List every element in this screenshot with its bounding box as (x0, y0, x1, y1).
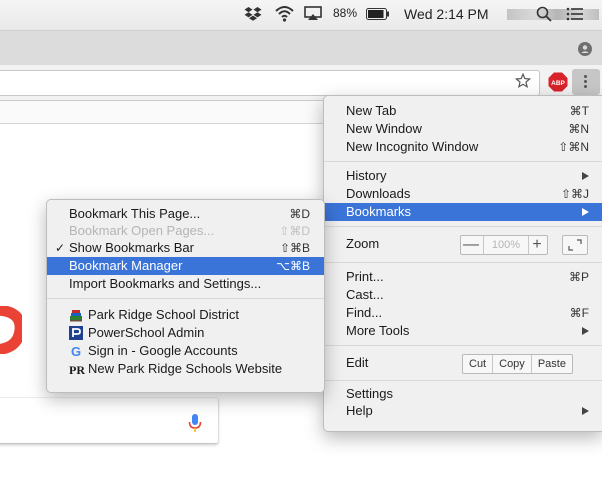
submenu-arrow-icon (582, 172, 589, 180)
menu-item-bookmark-open-pages: Bookmark Open Pages... ⇧⌘D (69, 223, 310, 238)
wifi-icon[interactable] (275, 5, 294, 22)
menu-item-history[interactable]: History (324, 167, 602, 185)
address-bar[interactable] (0, 70, 540, 96)
google-favicon: G (71, 344, 81, 358)
menu-item-new-window[interactable]: New Window ⌘N (324, 120, 602, 138)
google-search-box[interactable] (0, 398, 218, 443)
menubar-username-blurred[interactable] (507, 9, 599, 20)
bookmark-item[interactable]: PR New Park Ridge Schools Website (47, 360, 324, 378)
menu-item-help[interactable]: Help (324, 402, 602, 420)
menu-separator (324, 380, 602, 381)
menu-item-show-bookmarks-bar[interactable]: ✓ Show Bookmarks Bar ⇧⌘B (47, 239, 324, 257)
bookmark-item[interactable]: PowerSchool Admin (47, 324, 324, 342)
copy-button[interactable]: Copy (493, 355, 532, 373)
menu-separator (47, 298, 324, 299)
menu-item-find[interactable]: Find... ⌘F (324, 304, 602, 322)
menu-item-more-tools[interactable]: More Tools (324, 322, 602, 340)
menu-item-cast[interactable]: Cast... (324, 286, 602, 304)
menu-item-settings[interactable]: Settings (324, 385, 602, 403)
edit-button-group: Cut Copy Paste (462, 354, 573, 374)
menu-separator (324, 226, 602, 227)
svg-text:PR: PR (69, 363, 85, 376)
bookmarks-submenu: Bookmark This Page... ⌘D Bookmark Open P… (46, 199, 325, 393)
zoom-control: — 100% + (460, 235, 548, 255)
bookmark-star-icon[interactable] (515, 73, 531, 89)
submenu-arrow-icon (582, 407, 589, 415)
checkmark-icon: ✓ (55, 241, 66, 255)
google-logo-fragment (0, 306, 22, 354)
menu-separator (324, 262, 602, 263)
fullscreen-button[interactable] (562, 235, 588, 255)
adblock-plus-icon[interactable]: ABP (548, 72, 568, 92)
zoom-out-button[interactable]: — (461, 236, 481, 254)
airplay-icon[interactable] (304, 6, 322, 21)
menu-separator (324, 161, 602, 162)
svg-text:G: G (71, 344, 81, 358)
battery-icon[interactable] (366, 8, 390, 20)
menu-item-new-tab[interactable]: New Tab ⌘T (324, 102, 602, 120)
svg-text:ABP: ABP (551, 80, 565, 87)
dot (584, 85, 587, 88)
menubar-clock[interactable]: Wed 2:14 PM (404, 6, 489, 22)
profile-icon[interactable] (578, 42, 592, 56)
submenu-arrow-icon (582, 208, 589, 216)
bookmark-item[interactable]: Park Ridge School District (47, 306, 324, 324)
notification-list-icon[interactable] (566, 7, 584, 21)
dropbox-icon[interactable] (244, 6, 262, 22)
menu-separator (324, 345, 602, 346)
school-district-favicon (70, 310, 82, 322)
powerschool-favicon (69, 326, 83, 340)
battery-percentage: 88% (333, 6, 358, 20)
macos-menu-bar: 88% Wed 2:14 PM (0, 0, 602, 31)
chrome-main-menu: New Tab ⌘T New Window ⌘N New Incognito W… (323, 95, 602, 432)
zoom-in-button[interactable]: + (527, 236, 547, 254)
submenu-arrow-icon (582, 327, 589, 335)
tab-strip (0, 31, 602, 65)
menu-item-print[interactable]: Print... ⌘P (324, 268, 602, 286)
menu-item-new-incognito-window[interactable]: New Incognito Window ⇧⌘N (324, 138, 602, 156)
voice-search-mic-icon[interactable] (188, 413, 202, 433)
bookmark-item[interactable]: G Sign in - Google Accounts (47, 342, 324, 360)
spotlight-search-icon[interactable] (536, 6, 552, 22)
menu-item-import-bookmarks[interactable]: Import Bookmarks and Settings... (47, 275, 324, 293)
chrome-menu-button[interactable] (572, 69, 600, 95)
paste-button[interactable]: Paste (532, 355, 572, 373)
menu-item-bookmark-this-page[interactable]: Bookmark This Page... ⌘D (47, 205, 324, 223)
fullscreen-icon (568, 239, 582, 251)
bookmarks-bar (0, 101, 330, 124)
menu-item-downloads[interactable]: Downloads ⇧⌘J (324, 185, 602, 203)
menu-item-zoom: Zoom — 100% + (324, 232, 602, 256)
menu-item-bookmarks[interactable]: Bookmarks (324, 203, 602, 221)
menu-item-edit: Edit Cut Copy Paste (324, 351, 602, 375)
menu-item-bookmark-manager[interactable]: Bookmark Manager ⌥⌘B (47, 257, 324, 275)
zoom-level: 100% (483, 236, 529, 254)
cut-button[interactable]: Cut (463, 355, 494, 373)
pr-favicon: PR (69, 363, 85, 376)
dot (584, 80, 587, 83)
dot (584, 75, 587, 78)
